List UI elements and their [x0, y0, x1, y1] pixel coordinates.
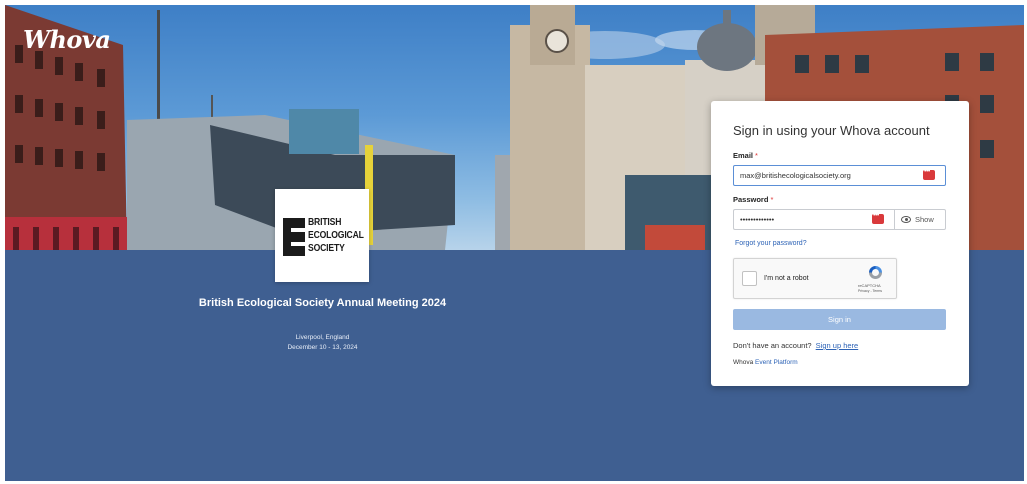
eye-icon — [901, 216, 911, 223]
signin-button[interactable]: Sign in — [733, 309, 946, 330]
whova-logo[interactable]: Whova — [23, 25, 111, 54]
page-frame: Whova BRITISH ECOLOGICAL SOCIETY British… — [5, 5, 1024, 481]
event-title: British Ecological Society Annual Meetin… — [198, 297, 447, 309]
event-dates: December 10 - 13, 2024 — [287, 344, 358, 351]
password-field[interactable]: ••••••••••••• — [733, 209, 895, 230]
recaptcha-brand: reCAPTCHA — [858, 283, 881, 288]
email-label: Email * — [733, 151, 758, 160]
password-label: Password * — [733, 195, 774, 204]
signin-card: Sign in using your Whova account Email * … — [711, 101, 969, 386]
password-manager-icon[interactable] — [872, 212, 884, 224]
recaptcha-icon — [869, 266, 882, 279]
show-password-label: Show — [915, 215, 934, 224]
captcha-checkbox[interactable] — [742, 271, 757, 286]
email-field[interactable]: max@britishecologicalsociety.org — [733, 165, 946, 186]
recaptcha-links[interactable]: Privacy - Terms — [858, 289, 882, 293]
show-password-button[interactable]: Show — [894, 209, 946, 230]
required-marker: * — [755, 151, 758, 160]
recaptcha-widget: I'm not a robot reCAPTCHA Privacy - Term… — [733, 258, 897, 299]
event-location: Liverpool, England — [295, 334, 350, 341]
captcha-label: I'm not a robot — [764, 275, 809, 282]
no-account-text: Don't have an account? Sign up here — [733, 341, 859, 350]
signup-link[interactable]: Sign up here — [816, 341, 859, 350]
event-platform-link[interactable]: Event Platform — [755, 359, 798, 366]
signin-title: Sign in using your Whova account — [733, 123, 930, 138]
footer-note: Whova Event Platform — [733, 359, 798, 366]
bes-logo-text: BRITISH ECOLOGICAL SOCIETY — [308, 216, 364, 254]
required-marker: * — [770, 195, 774, 204]
bes-logo-mark-icon — [283, 218, 305, 256]
password-manager-icon[interactable] — [923, 168, 935, 180]
forgot-password-link[interactable]: Forgot your password? — [735, 240, 807, 247]
bes-logo: BRITISH ECOLOGICAL SOCIETY — [275, 189, 369, 282]
